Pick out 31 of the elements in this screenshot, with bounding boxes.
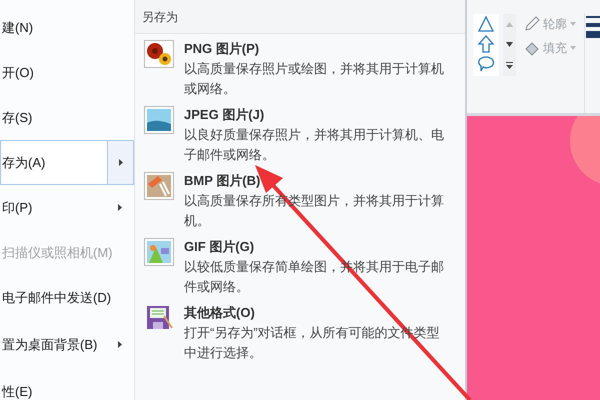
- floppy-disk-icon: [144, 304, 174, 332]
- format-description: 以高质量保存照片或绘图，并将其用于计算机或网络。: [184, 60, 445, 98]
- format-title: PNG 图片(P): [184, 40, 260, 58]
- menu-item[interactable]: 存为(A): [0, 140, 134, 185]
- dropdown-caret-icon: [570, 46, 576, 50]
- save-format-item[interactable]: JPEG 图片(J) 以良好质量保存照片，并将其用于计算机、电子邮件或网络。: [135, 100, 465, 166]
- format-description: 以良好质量保存照片，并将其用于计算机、电子邮件或网络。: [184, 126, 445, 164]
- menu-item[interactable]: 建(N): [0, 5, 134, 50]
- submenu-title: 另存为: [142, 8, 178, 26]
- arrow-up-icon[interactable]: [477, 35, 495, 53]
- menu-item[interactable]: 性(E): [0, 369, 134, 400]
- save-format-item[interactable]: PNG 图片(P) 以高质量保存照片或绘图，并将其用于计算机或网络。: [135, 34, 465, 100]
- pencil-icon: [524, 16, 540, 32]
- format-title: 其他格式(O): [184, 304, 255, 322]
- format-title: BMP 图片(B): [184, 172, 260, 190]
- scroll-down-icon[interactable]: [506, 42, 513, 46]
- painting-image-icon: [144, 172, 174, 200]
- expand-gallery-icon[interactable]: [506, 62, 513, 68]
- dropdown-caret-icon: [570, 22, 576, 26]
- landscape-image-icon: [144, 106, 174, 134]
- speech-bubble-icon[interactable]: [477, 55, 495, 73]
- format-title: JPEG 图片(J): [184, 106, 264, 124]
- flower-image-icon: [144, 40, 174, 68]
- menu-item[interactable]: 置为桌面背景(B): [0, 322, 134, 367]
- menu-item[interactable]: 电子邮件中发送(D): [0, 275, 134, 320]
- menu-item[interactable]: 开(O): [0, 50, 134, 95]
- triangle-icon[interactable]: [477, 15, 495, 33]
- format-title: GIF 图片(G): [184, 238, 254, 256]
- menu-item[interactable]: 存(S): [0, 95, 134, 140]
- menu-item[interactable]: 印(P): [0, 185, 134, 230]
- shapes-image-icon: [144, 238, 174, 266]
